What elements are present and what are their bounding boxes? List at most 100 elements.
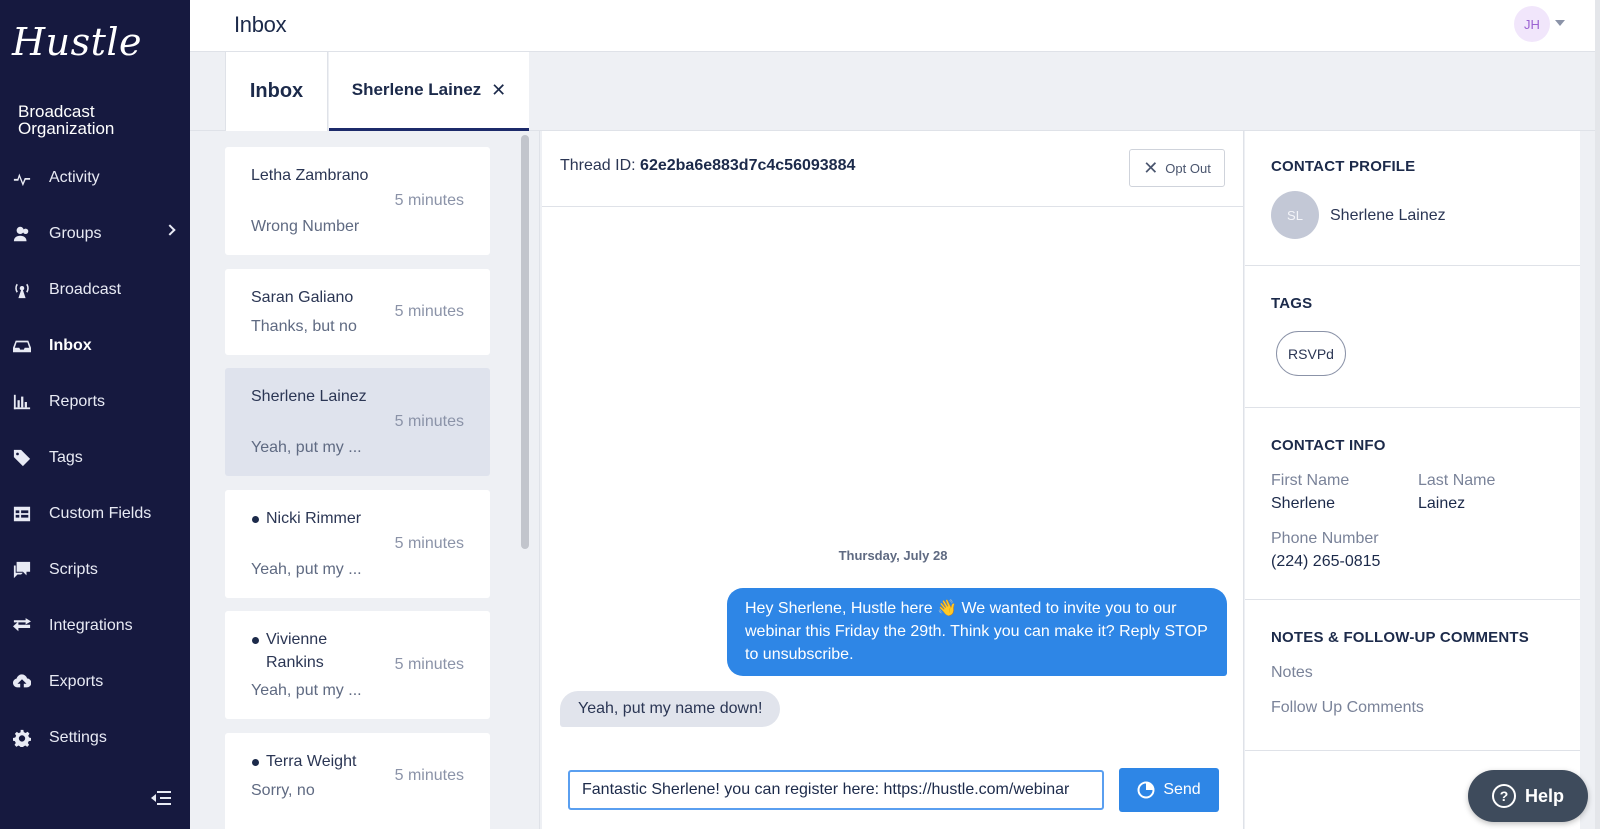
- first-name-label: First Name: [1271, 472, 1350, 489]
- contact-profile-section: CONTACT PROFILE SL Sherlene Lainez: [1245, 131, 1580, 266]
- message-preview: Yeah, put my ...: [251, 682, 362, 699]
- sidebar-item-inbox[interactable]: Inbox: [0, 318, 190, 374]
- sidebar-item-scripts[interactable]: Scripts: [0, 542, 190, 598]
- list-item[interactable]: Vivienne Rankins 5 minutes Yeah, put my …: [225, 611, 490, 719]
- list-item[interactable]: Terra Weight 5 minutes Sorry, no: [225, 733, 490, 829]
- phone-number-label: Phone Number: [1271, 530, 1379, 547]
- tab-inbox[interactable]: Inbox: [225, 52, 328, 131]
- contact-name: Sherlene Lainez: [1330, 207, 1446, 224]
- sidebar: Hustle Broadcast Organization Activity G…: [0, 0, 190, 829]
- last-name-value: Lainez: [1418, 495, 1466, 512]
- tabs-row: Inbox Sherlene Lainez ✕: [190, 52, 1595, 131]
- sidebar-item-label: Activity: [49, 169, 100, 186]
- message-preview: Yeah, put my ...: [251, 439, 362, 456]
- inbox-icon: [12, 336, 32, 356]
- timestamp: 5 minutes: [394, 192, 464, 209]
- sidebar-item-broadcast[interactable]: Broadcast: [0, 262, 190, 318]
- message-preview: Thanks, but no: [251, 318, 357, 335]
- sidebar-item-integrations[interactable]: Integrations: [0, 598, 190, 654]
- collapse-sidebar-icon[interactable]: [150, 790, 172, 806]
- message-input[interactable]: [568, 770, 1104, 810]
- thread-header: Thread ID: 62e2ba6e883d7c4c56093884 ✕ Op…: [542, 131, 1244, 207]
- hustle-logo[interactable]: Hustle: [12, 20, 142, 64]
- timestamp: 5 minutes: [394, 656, 464, 673]
- phone-number-value: (224) 265-0815: [1271, 553, 1381, 570]
- sidebar-nav: Activity Groups Broadcast Inbox Reports …: [0, 150, 190, 766]
- last-name-label: Last Name: [1418, 472, 1496, 489]
- section-heading: CONTACT PROFILE: [1271, 158, 1416, 175]
- notes-section: NOTES & FOLLOW-UP COMMENTS Notes Follow …: [1245, 600, 1580, 751]
- conversation-list-scrollbar[interactable]: [520, 131, 540, 829]
- sidebar-item-reports[interactable]: Reports: [0, 374, 190, 430]
- chevron-right-icon: [164, 224, 176, 236]
- sidebar-item-label: Custom Fields: [49, 505, 152, 522]
- sidebar-item-groups[interactable]: Groups: [0, 206, 190, 262]
- thread-id-value: 62e2ba6e883d7c4c56093884: [640, 157, 856, 174]
- sidebar-item-activity[interactable]: Activity: [0, 150, 190, 206]
- contact-name: Letha Zambrano: [251, 167, 369, 184]
- activity-icon: [12, 168, 32, 188]
- close-icon[interactable]: ✕: [491, 80, 506, 101]
- sidebar-item-exports[interactable]: Exports: [0, 654, 190, 710]
- section-heading: CONTACT INFO: [1271, 437, 1386, 454]
- timestamp: 5 minutes: [394, 303, 464, 320]
- conversation-list: Letha Zambrano 5 minutes Wrong Number Sa…: [190, 131, 540, 829]
- notes-field[interactable]: Notes: [1271, 664, 1313, 682]
- scrollbar-thumb[interactable]: [521, 135, 529, 549]
- thread-id: Thread ID: 62e2ba6e883d7c4c56093884: [560, 157, 855, 175]
- broadcast-icon: [12, 280, 32, 300]
- sidebar-item-settings[interactable]: Settings: [0, 710, 190, 766]
- groups-icon: [12, 224, 32, 244]
- opt-out-button[interactable]: ✕ Opt Out: [1129, 149, 1225, 187]
- tab-label: Sherlene Lainez: [351, 80, 482, 99]
- integrations-icon: [12, 616, 32, 636]
- contact-name: Terra Weight: [252, 750, 386, 773]
- list-item[interactable]: Nicki Rimmer 5 minutes Yeah, put my ...: [225, 490, 490, 598]
- send-label: Send: [1163, 781, 1201, 798]
- tag-pill[interactable]: RSVPd: [1276, 331, 1346, 376]
- date-separator: Thursday, July 28: [838, 548, 948, 563]
- message-preview: Sorry, no: [251, 782, 315, 799]
- contact-avatar: SL: [1271, 191, 1319, 239]
- question-icon: ?: [1491, 784, 1516, 808]
- send-button[interactable]: Send: [1119, 768, 1219, 812]
- reports-icon: [12, 392, 32, 412]
- help-label: Help: [1524, 785, 1564, 806]
- sidebar-item-label: Settings: [49, 729, 107, 746]
- timestamp: 5 minutes: [394, 413, 464, 430]
- sidebar-item-tags[interactable]: Tags: [0, 430, 190, 486]
- follow-up-comments-field[interactable]: Follow Up Comments: [1271, 699, 1424, 717]
- outgoing-message: Hey Sherlene, Hustle here 👋 We wanted to…: [727, 588, 1227, 676]
- list-item[interactable]: Sherlene Lainez 5 minutes Yeah, put my .…: [225, 368, 490, 476]
- help-button[interactable]: ? Help: [1468, 770, 1588, 822]
- contact-info-section: CONTACT INFO First Name Sherlene Last Na…: [1245, 408, 1580, 600]
- list-item[interactable]: Saran Galiano 5 minutes Thanks, but no: [225, 269, 490, 355]
- timestamp: 5 minutes: [394, 767, 464, 784]
- close-icon: ✕: [1143, 157, 1159, 178]
- first-name-value: Sherlene: [1271, 495, 1336, 512]
- contact-name: Saran Galiano: [251, 289, 354, 306]
- tab-thread[interactable]: Sherlene Lainez ✕: [329, 52, 529, 131]
- page-scrollbar[interactable]: [1595, 0, 1600, 829]
- tag-icon: [12, 448, 32, 468]
- caret-down-icon[interactable]: [1555, 20, 1565, 26]
- sidebar-item-label: Broadcast: [49, 281, 122, 298]
- sidebar-item-label: Inbox: [49, 337, 92, 354]
- top-bar: Inbox JH: [190, 0, 1600, 52]
- contact-panel: CONTACT PROFILE SL Sherlene Lainez TAGS …: [1245, 131, 1580, 829]
- message-thread: Thread ID: 62e2ba6e883d7c4c56093884 ✕ Op…: [542, 131, 1244, 829]
- message-preview: Yeah, put my ...: [251, 561, 362, 578]
- user-avatar[interactable]: JH: [1514, 6, 1550, 42]
- exports-icon: [12, 672, 32, 692]
- sidebar-item-label: Integrations: [49, 617, 133, 634]
- incoming-message: Yeah, put my name down!: [560, 691, 781, 727]
- section-heading: TAGS: [1271, 295, 1313, 312]
- thread-id-label: Thread ID:: [560, 157, 636, 174]
- sidebar-item-label: Reports: [49, 393, 106, 410]
- message-preview: Wrong Number: [251, 218, 360, 235]
- sidebar-item-custom-fields[interactable]: Custom Fields: [0, 486, 190, 542]
- page-title: Inbox: [234, 12, 287, 37]
- sidebar-item-label: Scripts: [49, 561, 98, 578]
- custom-fields-icon: [12, 504, 32, 524]
- list-item[interactable]: Letha Zambrano 5 minutes Wrong Number: [225, 147, 490, 255]
